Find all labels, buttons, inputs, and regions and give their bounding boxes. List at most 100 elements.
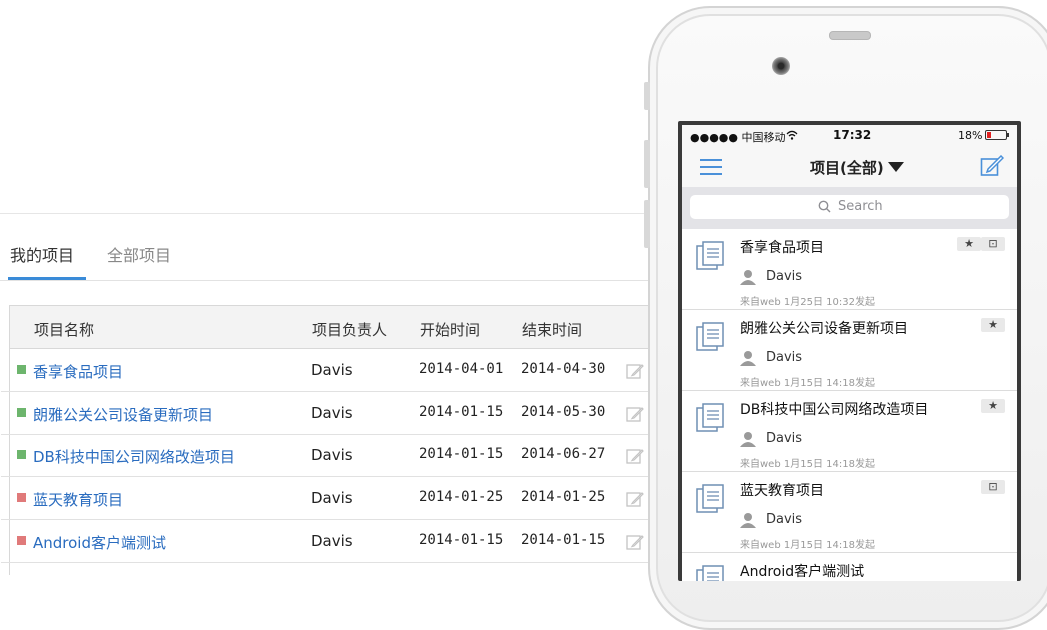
project-name-link[interactable]: 香享食品项目 (33, 361, 123, 382)
status-indicator (17, 536, 26, 545)
item-owner: Davis (766, 512, 803, 527)
item-badges: ⊡ (981, 480, 1005, 494)
item-owner: Davis (766, 431, 803, 446)
volume-up-button (644, 140, 650, 188)
project-name-link[interactable]: DB科技中国公司网络改造项目 (33, 446, 235, 467)
menu-icon[interactable] (700, 159, 722, 175)
item-title: 蓝天教育项目 (740, 483, 824, 499)
caret-down-icon (887, 162, 904, 172)
table-row: 朗雅公关公司设备更新项目 Davis 2014-01-15 2014-05-30 (1, 392, 655, 435)
project-owner: Davis (311, 361, 353, 379)
end-date: 2014-06-27 (521, 446, 606, 462)
user-icon (740, 432, 756, 447)
wifi-icon (786, 130, 798, 140)
status-bar: ●●●●● 中国移动 17:32 18% (682, 125, 1017, 145)
list-item[interactable]: DB科技中国公司网络改造项目 ★ Davis 来自web 1月15日 14:18… (682, 391, 1017, 472)
item-title: 朗雅公关公司设备更新项目 (740, 321, 908, 337)
table-row: 蓝天教育项目 Davis 2014-01-25 2014-01-25 (1, 477, 655, 520)
start-date: 2014-01-15 (419, 404, 504, 420)
edit-icon[interactable] (626, 533, 644, 551)
search-icon (818, 200, 831, 213)
project-name-link[interactable]: 朗雅公关公司设备更新项目 (33, 404, 213, 425)
nav-bar: 项目(全部) (682, 145, 1017, 188)
list-item[interactable]: Android客户端测试 (682, 553, 1017, 581)
item-meta: 来自web 1月15日 14:18发起 (740, 378, 875, 389)
item-title: Android客户端测试 (740, 564, 865, 580)
status-indicator (17, 408, 26, 417)
list-item[interactable]: 香享食品项目 ★ ⊡ Davis 来自web 1月25日 10:32发起 (682, 229, 1017, 310)
header-end-date: 结束时间 (522, 321, 583, 339)
edit-icon[interactable] (626, 405, 644, 423)
item-title: 香享食品项目 (740, 240, 824, 256)
end-date: 2014-05-30 (521, 404, 606, 420)
earpiece-speaker (829, 31, 871, 40)
star-icon: ★ (981, 399, 1005, 413)
project-tabs: 我的项目 全部项目 (0, 214, 654, 281)
end-date: 2014-01-15 (521, 532, 606, 548)
start-date: 2014-01-15 (419, 532, 504, 548)
header-owner: 项目负责人 (312, 321, 388, 339)
document-icon (696, 241, 724, 270)
tab-all-projects[interactable]: 全部项目 (107, 242, 171, 280)
project-filter-dropdown[interactable]: 项目(全部) (810, 157, 904, 178)
start-date: 2014-04-01 (419, 361, 504, 377)
list-item[interactable]: 蓝天教育项目 ⊡ Davis 来自web 1月15日 14:18发起 (682, 472, 1017, 553)
item-badges: ★ (981, 399, 1005, 413)
battery-percent: 18% (958, 129, 983, 142)
table-row: 香享食品项目 Davis 2014-04-01 2014-04-30 (1, 349, 655, 392)
user-icon (740, 270, 756, 285)
nav-title: 项目(全部) (810, 159, 884, 177)
search-placeholder: Search (838, 199, 883, 214)
end-date: 2014-01-25 (521, 489, 606, 505)
start-date: 2014-01-25 (419, 489, 504, 505)
document-icon (696, 565, 724, 581)
header-project-name: 项目名称 (34, 321, 95, 339)
project-table: 项目名称 项目负责人 开始时间 结束时间 香享食品项目 Davis 2014-0… (1, 305, 655, 575)
item-owner: Davis (766, 269, 803, 284)
item-badges: ★ (981, 318, 1005, 332)
status-indicator (17, 450, 26, 459)
attachment-icon: ⊡ (981, 237, 1005, 251)
search-bar: Search (682, 187, 1017, 229)
project-name-link[interactable]: Android客户端测试 (33, 532, 166, 553)
star-icon: ★ (981, 318, 1005, 332)
mute-switch (644, 82, 650, 110)
project-owner: Davis (311, 532, 353, 550)
status-indicator (17, 493, 26, 502)
table-header: 项目名称 项目负责人 开始时间 结束时间 (10, 306, 655, 349)
item-badges: ★ ⊡ (957, 237, 1005, 251)
status-indicator (17, 365, 26, 374)
search-input[interactable]: Search (690, 195, 1009, 219)
document-icon (696, 322, 724, 351)
star-icon: ★ (957, 237, 981, 251)
volume-down-button (644, 200, 650, 248)
app-view: ●●●●● 中国移动 17:32 18% 项目(全部) Search 香享食品项… (682, 125, 1017, 581)
table-row: DB科技中国公司网络改造项目 Davis 2014-01-15 2014-06-… (1, 434, 655, 477)
end-date: 2014-04-30 (521, 361, 606, 377)
front-camera (772, 57, 790, 75)
attachment-icon: ⊡ (981, 480, 1005, 494)
project-owner: Davis (311, 446, 353, 464)
project-owner: Davis (311, 489, 353, 507)
document-icon (696, 484, 724, 513)
document-icon (696, 403, 724, 432)
project-owner: Davis (311, 404, 353, 422)
carrier-label: ●●●●● 中国移动 (690, 131, 786, 144)
edit-icon[interactable] (626, 490, 644, 508)
battery-icon (985, 130, 1009, 140)
edit-icon[interactable] (626, 447, 644, 465)
item-meta: 来自web 1月25日 10:32发起 (740, 297, 875, 308)
item-owner: Davis (766, 350, 803, 365)
start-date: 2014-01-15 (419, 446, 504, 462)
clock: 17:32 (833, 128, 872, 142)
header-start-date: 开始时间 (420, 321, 481, 339)
list-item[interactable]: 朗雅公关公司设备更新项目 ★ Davis 来自web 1月15日 14:18发起 (682, 310, 1017, 391)
compose-icon[interactable] (980, 155, 1004, 177)
project-name-link[interactable]: 蓝天教育项目 (33, 489, 123, 510)
phone-screen: ●●●●● 中国移动 17:32 18% 项目(全部) Search 香享食品项… (678, 121, 1021, 581)
item-meta: 来自web 1月15日 14:18发起 (740, 459, 875, 470)
edit-icon[interactable] (626, 362, 644, 380)
tab-my-projects[interactable]: 我的项目 (8, 242, 86, 280)
user-icon (740, 351, 756, 366)
item-meta: 来自web 1月15日 14:18发起 (740, 540, 875, 551)
